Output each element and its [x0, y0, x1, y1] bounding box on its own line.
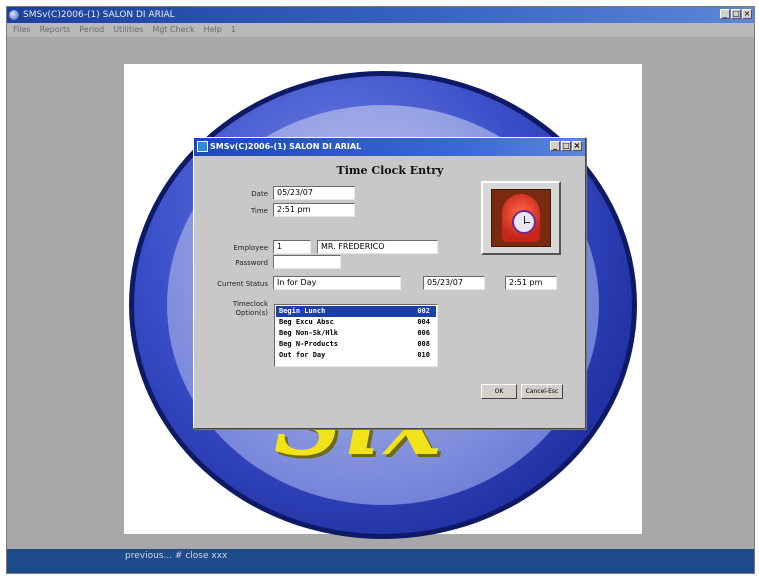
status-bar: previous... # close xxx [7, 549, 754, 573]
dialog-app-icon [197, 141, 208, 152]
dialog-heading: Time Clock Entry [336, 164, 444, 177]
option-label: Out for Day [279, 351, 326, 359]
menu-mgt-check[interactable]: Mgt Check [152, 23, 194, 37]
current-status-label: Current Status [217, 280, 268, 288]
list-item[interactable]: Beg Non-Sk/Hlk 006 [276, 328, 436, 339]
current-status-field: In for Day [273, 276, 401, 290]
time-field[interactable]: 2:51 pm [273, 203, 355, 217]
password-label: Password [235, 259, 268, 267]
clock-icon [512, 210, 536, 234]
cancel-button[interactable]: Cancel-Esc [521, 384, 563, 399]
employee-id-field[interactable]: 1 [273, 240, 311, 254]
app-window-controls: _ □ × [720, 9, 752, 19]
status-text: previous... # close xxx [125, 551, 228, 561]
ok-button[interactable]: OK [481, 384, 517, 399]
menu-utilities[interactable]: Utilities [113, 23, 143, 37]
option-code: 006 [417, 329, 430, 337]
workspace: Six SMSv(C)2006-(1) SALON DI ARIAL _ □ ×… [7, 37, 754, 551]
options-label-line1: Timeclock [232, 300, 268, 308]
menu-files[interactable]: Files [13, 23, 31, 37]
list-item[interactable]: Begin Lunch 002 [276, 306, 436, 317]
list-item[interactable]: Beg N-Products 008 [276, 339, 436, 350]
list-item[interactable]: Beg Excu Absc 004 [276, 317, 436, 328]
maximize-button[interactable]: □ [731, 9, 741, 19]
dialog-titlebar: SMSv(C)2006-(1) SALON DI ARIAL _ □ × [194, 138, 585, 156]
timeclock-options-list[interactable]: Begin Lunch 002 Beg Excu Absc 004 Beg No… [274, 304, 438, 367]
option-label: Beg N-Products [279, 340, 339, 348]
option-label: Beg Non-Sk/Hlk [279, 329, 339, 337]
dialog-window-controls: _ □ × [550, 141, 582, 151]
time-label: Time [250, 207, 268, 215]
menu-bar: Files Reports Period Utilities Mgt Check… [7, 23, 754, 37]
employee-label: Employee [233, 244, 268, 252]
option-code: 004 [417, 318, 430, 326]
date-field[interactable]: 05/23/07 [273, 186, 355, 200]
dialog-minimize-button[interactable]: _ [550, 141, 560, 151]
employee-name-field: MR. FREDERICO [317, 240, 438, 254]
menu-window-number[interactable]: 1 [231, 23, 236, 37]
time-clock-button[interactable] [481, 181, 561, 255]
app-window: SMSv(C)2006-(1) SALON DI ARIAL _ □ × Fil… [6, 6, 755, 574]
option-code: 002 [417, 307, 430, 315]
dialog-maximize-button[interactable]: □ [561, 141, 571, 151]
menu-period[interactable]: Period [79, 23, 104, 37]
time-clock-dialog: SMSv(C)2006-(1) SALON DI ARIAL _ □ × Tim… [193, 137, 586, 429]
status-time-field: 2:51 pm [505, 276, 557, 290]
option-code: 008 [417, 340, 430, 348]
minimize-button[interactable]: _ [720, 9, 730, 19]
app-titlebar: SMSv(C)2006-(1) SALON DI ARIAL _ □ × [7, 7, 754, 23]
close-button[interactable]: × [742, 9, 752, 19]
status-date-field: 05/23/07 [423, 276, 485, 290]
option-label: Beg Excu Absc [279, 318, 334, 326]
clock-image [491, 189, 551, 247]
dialog-close-button[interactable]: × [572, 141, 582, 151]
date-label: Date [251, 190, 268, 198]
app-icon [9, 10, 19, 20]
dialog-title: SMSv(C)2006-(1) SALON DI ARIAL [210, 142, 362, 151]
option-code: 010 [417, 351, 430, 359]
app-title: SMSv(C)2006-(1) SALON DI ARIAL [23, 10, 175, 20]
option-label: Begin Lunch [279, 307, 326, 315]
password-field[interactable] [273, 255, 341, 269]
list-item[interactable]: Out for Day 010 [276, 350, 436, 361]
menu-reports[interactable]: Reports [40, 23, 71, 37]
menu-help[interactable]: Help [204, 23, 222, 37]
options-label-line2: Option(s) [235, 309, 268, 317]
